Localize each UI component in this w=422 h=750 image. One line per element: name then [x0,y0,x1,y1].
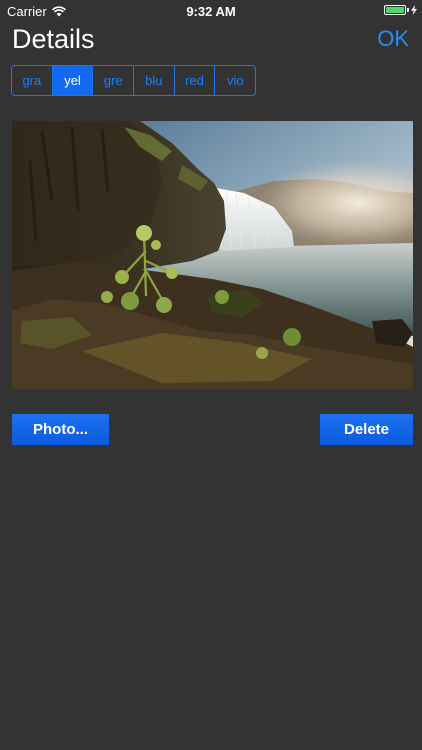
color-segmented-control: gra yel gre blu red vio [11,65,256,96]
battery-icon [384,5,406,15]
segment-green[interactable]: gre [92,66,133,95]
battery-level-fill [386,7,404,13]
charging-bolt-icon [411,5,417,15]
battery-cap [407,8,409,12]
ok-button[interactable]: OK [377,24,409,54]
delete-button[interactable]: Delete [320,414,413,445]
battery-indicator [384,5,417,15]
page-title: Details [12,24,95,54]
status-bar: Carrier 9:32 AM [0,0,422,22]
segment-gray[interactable]: gra [12,66,52,95]
segment-blue[interactable]: blu [133,66,174,95]
waterfall-photo [12,121,413,389]
segment-yellow[interactable]: yel [51,66,93,95]
photo-button[interactable]: Photo... [12,414,109,445]
status-time: 9:32 AM [186,4,236,19]
segment-violet[interactable]: vio [214,66,255,95]
segment-red[interactable]: red [173,66,215,95]
